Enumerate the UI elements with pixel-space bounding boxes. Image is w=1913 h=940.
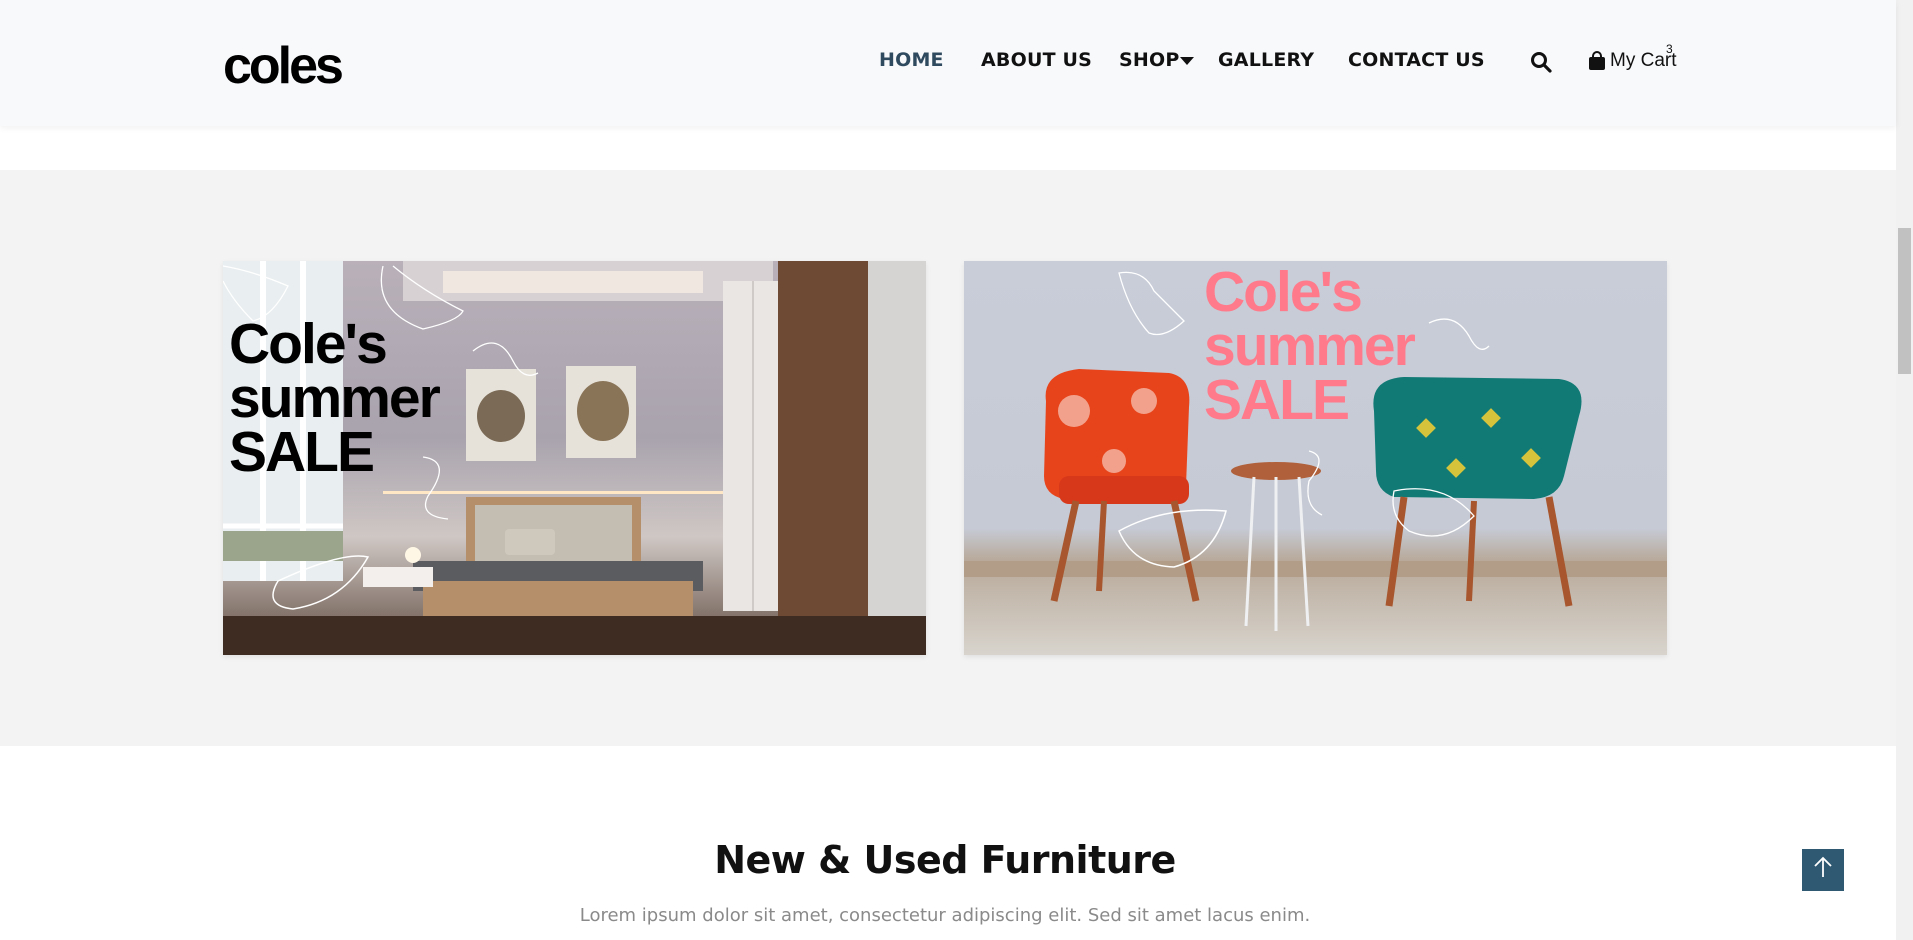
sale-headline: Cole's summer SALE [229,312,441,484]
nav-shop[interactable]: SHOP [1119,49,1179,71]
shopping-bag-icon [1589,51,1605,70]
logo-text: coles [223,37,344,95]
sale-line-1: Cole's [1204,261,1363,324]
section-title: New & Used Furniture [714,838,1176,882]
scrollbar-thumb[interactable] [1898,228,1911,374]
cart-count-badge: 3 [1666,42,1673,56]
caret-down-icon[interactable] [1180,57,1194,65]
promo-banner-chairs[interactable]: Cole's summer SALE [964,261,1667,655]
scrollbar-track[interactable] [1896,0,1913,940]
sale-line-1: Cole's [229,312,388,376]
sale-headline: Cole's summer SALE [1204,261,1416,432]
promo-banner-bedroom[interactable]: Cole's summer SALE [223,261,926,655]
logo[interactable]: coles [223,40,354,92]
cart-link[interactable]: My Cart [1588,50,1677,72]
search-icon[interactable] [1530,51,1552,73]
nav-home[interactable]: HOME [879,49,944,71]
sale-line-3: SALE [229,420,375,484]
sale-line-2: summer [1204,314,1416,378]
arrow-up-icon [1814,856,1832,877]
nav-about-us[interactable]: ABOUT US [981,49,1092,71]
sale-line-2: summer [229,366,441,430]
nav-gallery[interactable]: GALLERY [1218,49,1314,71]
section-subtitle: Lorem ipsum dolor sit amet, consectetur … [579,905,1311,926]
sale-line-3: SALE [1204,368,1350,432]
site-header: coles HOME ABOUT US SHOP GALLERY CONTACT… [0,0,1896,126]
nav-contact-us[interactable]: CONTACT US [1348,49,1485,71]
promo-banner-section: Cole's summer SALE Cole's summer SALE [0,170,1896,746]
back-to-top-button[interactable] [1802,849,1844,891]
